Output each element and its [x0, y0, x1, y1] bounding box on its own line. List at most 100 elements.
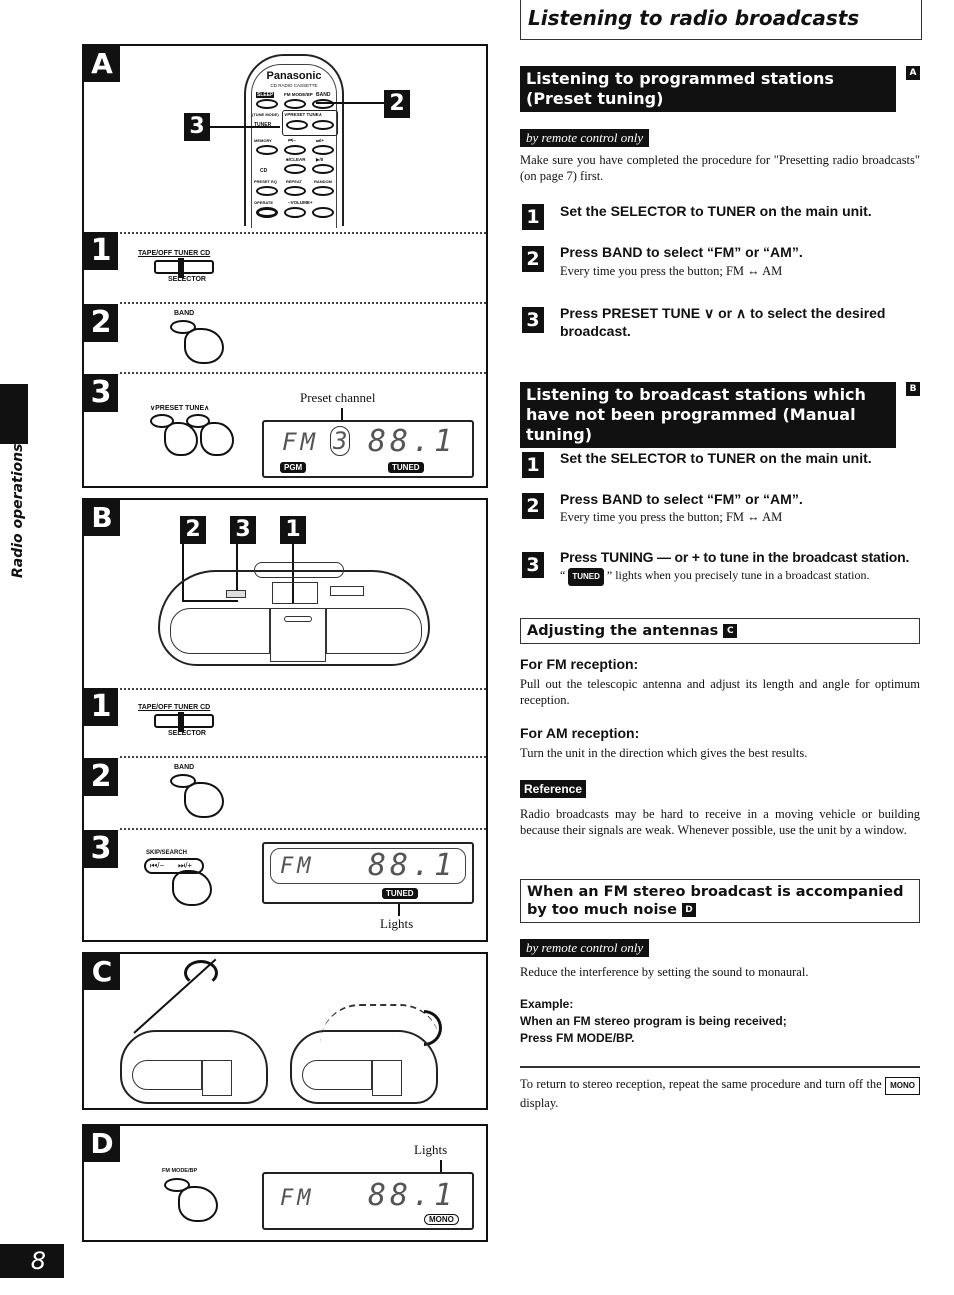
preset-step-2-title: Press BAND to select “FM” or “AM”.: [560, 244, 803, 260]
example-label: Example:: [520, 997, 574, 1011]
remote-label-play-pause: ▶/II: [316, 157, 324, 162]
mono-badge: MONO: [885, 1077, 920, 1095]
preset-step-3-number: 3: [522, 307, 544, 333]
figure-b-step-1: 1: [84, 688, 118, 726]
remote-skip-back-button[interactable]: [284, 145, 306, 155]
figure-ref-b: B: [906, 382, 920, 396]
figure-letter-b: B: [84, 500, 120, 536]
lcd-band: FM: [280, 1186, 315, 1211]
am-reception-text: Turn the unit in the direction which giv…: [520, 746, 808, 760]
remote-label-volume: −VOLUME+: [288, 200, 313, 205]
remote-repeat-button[interactable]: [284, 186, 306, 196]
remote-volume-down-button[interactable]: [284, 207, 306, 218]
reference-label: Reference: [520, 780, 587, 798]
page-number: 8: [0, 1244, 64, 1278]
remote-preset-eq-button[interactable]: [256, 186, 278, 196]
lcd-frequency: 88.1: [368, 1178, 457, 1213]
footer-text-start: To return to stereo reception, repeat th…: [520, 1077, 882, 1091]
pressing-hand-icon: [172, 870, 212, 906]
remote-label-sleep: SLEEP: [256, 92, 275, 98]
lcd-display: FM 3 88.1 PGM TUNED: [262, 420, 474, 478]
remote-label-band: BAND: [316, 92, 331, 98]
figure-letter-c: C: [84, 954, 120, 990]
caption-pointer-line: [398, 904, 400, 916]
remote-preset-up-button[interactable]: [312, 120, 334, 130]
divider: [520, 1066, 920, 1068]
tuned-indicator: TUNED: [382, 888, 418, 899]
remote-preset-down-button[interactable]: [286, 120, 308, 130]
selector-bottom-label: SELECTOR: [168, 730, 206, 737]
fm-reception-heading: For FM reception:: [520, 656, 639, 672]
antennas-heading: Adjusting the antennas: [527, 623, 719, 639]
noise-footer: To return to stereo reception, repeat th…: [520, 1076, 920, 1111]
selector-switch-illustration: [154, 258, 214, 278]
figure-ref-d: D: [681, 903, 696, 917]
remote-sleep-button[interactable]: [256, 99, 278, 109]
example-line-2: Press FM MODE/BP.: [520, 1031, 635, 1045]
remote-operate-button[interactable]: [256, 207, 278, 218]
lights-caption: Lights: [380, 916, 414, 931]
figure-letter-d: D: [84, 1126, 120, 1162]
manual-step-3-number: 3: [522, 552, 544, 578]
divider: [120, 302, 486, 304]
pressing-hand-icon: [200, 422, 234, 456]
remote-label-preset-eq: PRESET EQ: [254, 179, 277, 184]
remote-stop-button[interactable]: [284, 164, 306, 174]
skip-search-label: SKIP/SEARCH: [146, 850, 188, 856]
callout-2-line: [316, 102, 384, 104]
remote-fm-mode-button[interactable]: [284, 99, 306, 109]
boombox-antenna-illustration: [120, 1030, 268, 1104]
divider: [120, 828, 486, 830]
figure-a-step-3: 3: [84, 374, 118, 412]
quote-open: “: [560, 568, 566, 582]
remote-only-note: by remote control only: [520, 129, 650, 147]
band-button-label: BAND: [174, 310, 195, 317]
fm-mode-label: FM MODE/BP: [162, 1168, 198, 1174]
remote-label-memory: MEMORY: [254, 138, 272, 143]
pressing-hand-icon: [184, 782, 224, 818]
remote-skip-fwd-button[interactable]: [312, 145, 334, 155]
page-title: Listening to radio broadcasts: [528, 6, 860, 30]
preset-step-2-detail: Every time you press the button; FM ↔ AM: [560, 264, 783, 278]
callout-3: 3: [230, 516, 256, 544]
remote-random-button[interactable]: [312, 186, 334, 196]
skip-back-button[interactable]: ⏮/−: [150, 861, 164, 871]
manual-step-3-title: Press TUNING — or + to tune in the broad…: [560, 549, 910, 565]
preset-step-2-number: 2: [522, 246, 544, 272]
callout-2: 2: [180, 516, 206, 544]
boombox-turn-illustration: [290, 1030, 438, 1104]
remote-memory-button[interactable]: [256, 145, 278, 155]
band-button-label: BAND: [174, 764, 195, 771]
lcd-display: FM 88.1 MONO: [262, 1172, 474, 1230]
tuned-badge: TUNED: [568, 568, 604, 586]
manual-section-heading: Listening to broadcast stations which ha…: [520, 382, 896, 448]
manual-step-3-detail: “ TUNED ” lights when you precisely tune…: [560, 567, 924, 586]
mono-indicator: MONO: [424, 1214, 459, 1225]
remote-label-random: RANDOM: [314, 179, 332, 184]
reference-text: Radio broadcasts may be hard to receive …: [520, 807, 920, 837]
remote-band-button[interactable]: [312, 99, 334, 109]
preset-step-1-title: Set the SELECTOR to TUNER on the main un…: [560, 203, 872, 219]
selector-top-label: TAPE/OFF TUNER CD: [138, 250, 211, 257]
figure-c-panel: C: [82, 952, 488, 1110]
divider: [120, 688, 486, 690]
tuned-indicator: TUNED: [388, 462, 424, 473]
lcd-band: FM: [282, 428, 319, 456]
remote-volume-up-button[interactable]: [312, 207, 334, 218]
preset-channel-caption: Preset channel: [300, 390, 376, 405]
remote-play-button[interactable]: [312, 164, 334, 174]
figure-ref-a: A: [906, 66, 920, 80]
selector-switch-illustration: [154, 712, 214, 732]
preset-intro: Make sure you have completed the procedu…: [520, 153, 920, 183]
lcd-frequency: 88.1: [368, 848, 457, 883]
remote-label-stop-clear: ■/CLEAR: [286, 157, 306, 162]
figure-ref-c: C: [723, 624, 738, 638]
callout-3: 3: [184, 113, 210, 141]
preset-section-heading: Listening to programmed stations (Preset…: [520, 66, 896, 112]
fm-reception-text: Pull out the telescopic antenna and adju…: [520, 677, 920, 707]
detail-text: ” lights when you precisely tune in a br…: [606, 568, 870, 582]
pressing-hand-icon: [164, 422, 198, 456]
section-tab-marker: [0, 384, 28, 444]
example-line-1: When an FM stereo program is being recei…: [520, 1014, 787, 1028]
preset-tune-label: ∨PRESET TUNE∧: [150, 405, 210, 412]
